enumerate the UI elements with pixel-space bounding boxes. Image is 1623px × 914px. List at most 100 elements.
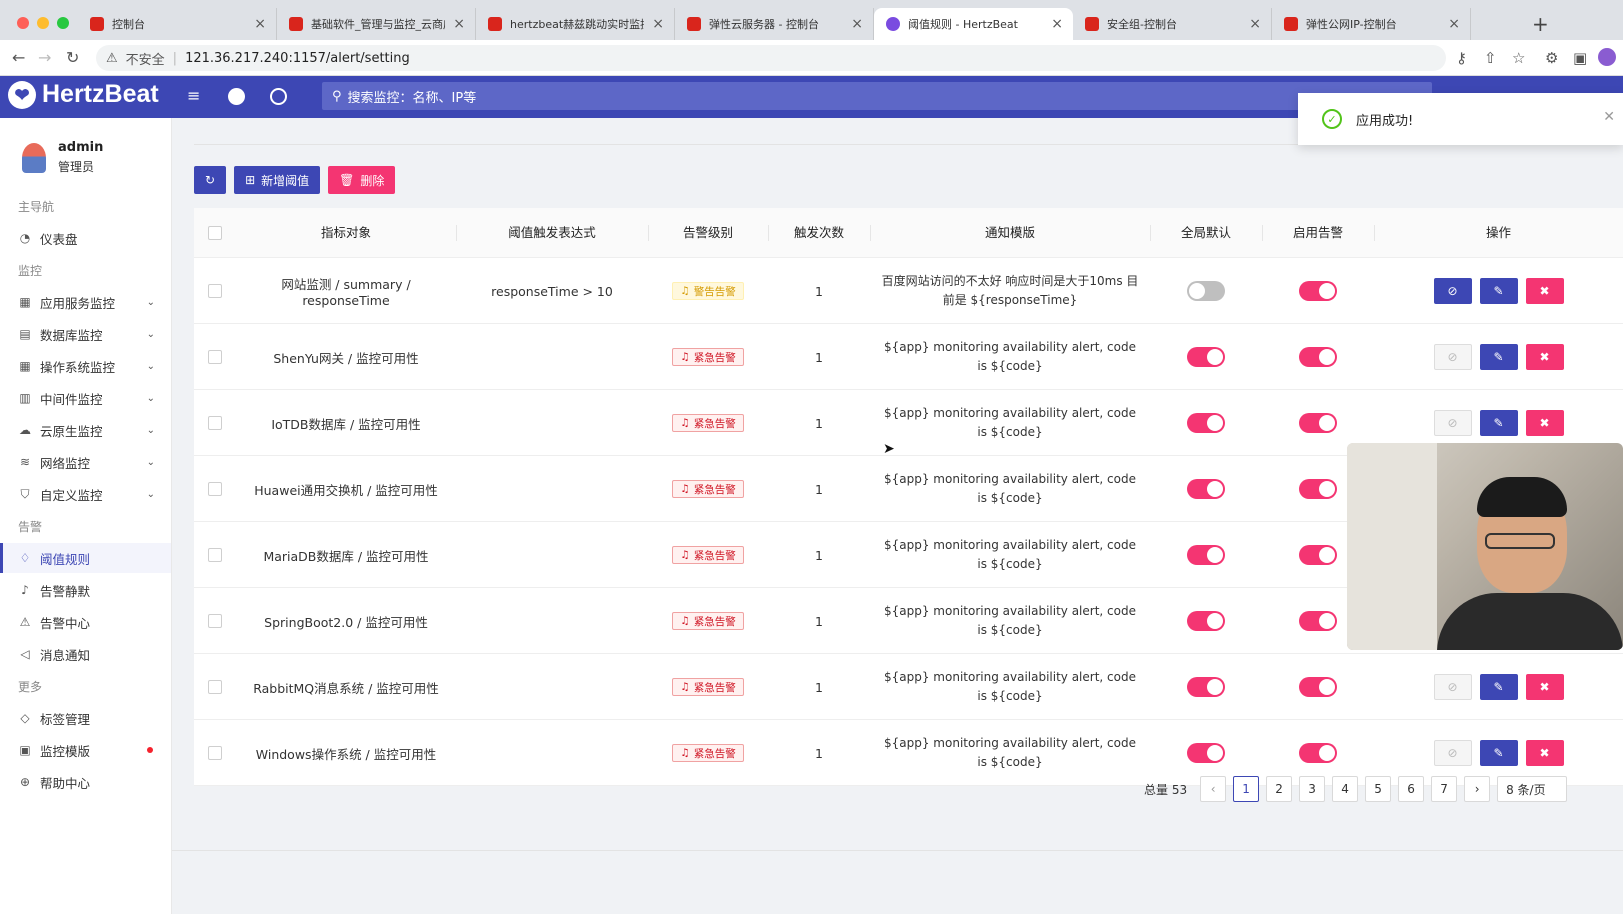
sidebar-item[interactable]: ▦ 应用服务监控 ⌄ [0,287,171,317]
row-checkbox[interactable] [208,746,222,760]
minimize-window-dot[interactable] [37,17,49,29]
row-checkbox[interactable] [208,482,222,496]
page-4-button[interactable]: 4 [1332,776,1359,802]
browser-tab[interactable]: 基础软件_管理与监控_云商店-华 × [277,8,476,40]
sidebar-item[interactable]: ◁ 消息通知 [0,639,171,669]
back-icon[interactable]: ← [12,48,25,67]
enable-alert-toggle[interactable] [1299,743,1337,763]
key-icon[interactable]: ⚷ [1456,49,1467,67]
page-3-button[interactable]: 3 [1299,776,1326,802]
row-checkbox[interactable] [208,350,222,364]
prev-page-button[interactable]: ‹ [1200,776,1227,802]
table-row[interactable]: ShenYu网关 / 监控可用性 ♫ 紧急告警 1 ${app} monitoring … [194,324,1623,390]
share-icon[interactable]: ⇧ [1484,49,1497,67]
edit-button[interactable]: ✎ [1479,344,1518,370]
browser-tab[interactable]: 弹性公网IP-控制台 × [1272,8,1471,40]
sidebar-item[interactable]: ⛉ 自定义监控 ⌄ [0,479,171,509]
sidebar-item[interactable]: ☁ 云原生监控 ⌄ [0,415,171,445]
row-checkbox[interactable] [208,548,222,562]
forward-icon[interactable]: → [38,48,51,67]
enable-alert-toggle[interactable] [1299,347,1337,367]
tab-close-icon[interactable]: × [453,16,465,32]
tab-close-icon[interactable]: × [254,16,266,32]
associate-monitors-button[interactable]: ⊘ [1433,410,1472,436]
close-icon[interactable]: ✕ [1603,109,1615,125]
delete-row-button[interactable]: ✖ [1525,278,1564,304]
global-default-toggle[interactable] [1187,281,1225,301]
delete-row-button[interactable]: ✖ [1525,410,1564,436]
delete-button[interactable]: 🗑 删除 [328,166,396,194]
row-checkbox[interactable] [208,416,222,430]
menu-collapse-icon[interactable]: ≡ [187,86,200,105]
associate-monitors-button[interactable]: ⊘ [1433,740,1472,766]
delete-row-button[interactable]: ✖ [1525,674,1564,700]
reload-icon[interactable]: ↻ [66,48,79,67]
global-default-toggle[interactable] [1187,743,1225,763]
star-icon[interactable]: ☆ [1512,49,1525,67]
edit-button[interactable]: ✎ [1479,410,1518,436]
extensions-icon[interactable]: ⚙ [1545,49,1558,67]
monitor-search-input[interactable]: ⚲ 搜索监控：名称、IP等 [322,82,1432,110]
zoom-window-dot[interactable] [57,17,69,29]
edit-button[interactable]: ✎ [1479,674,1518,700]
user-profile[interactable]: admin 管理员 [22,140,103,175]
tab-close-icon[interactable]: × [652,16,664,32]
page-5-button[interactable]: 5 [1365,776,1392,802]
associate-monitors-button[interactable]: ⊘ [1433,278,1472,304]
tab-close-icon[interactable]: × [851,16,863,32]
tab-close-icon[interactable]: × [1249,16,1261,32]
sidebar-item[interactable]: ▦ 操作系统监控 ⌄ [0,351,171,381]
associate-monitors-button[interactable]: ⊘ [1433,344,1472,370]
tab-close-icon[interactable]: × [1051,16,1063,32]
global-default-toggle[interactable] [1187,677,1225,697]
sidebar-item[interactable]: ▥ 中间件监控 ⌄ [0,383,171,413]
browser-tab[interactable]: 安全组-控制台 × [1073,8,1272,40]
add-threshold-button[interactable]: ⊞ 新增阈值 [234,166,321,194]
browser-tab[interactable]: 弹性云服务器 - 控制台 × [675,8,874,40]
sidebar-item[interactable]: ▣ 监控模版 [0,735,171,765]
delete-row-button[interactable]: ✖ [1525,344,1564,370]
sidebar-item[interactable]: ⊕ 帮助中心 [0,767,171,797]
page-7-button[interactable]: 7 [1431,776,1458,802]
profile-avatar[interactable] [1598,48,1616,66]
page-6-button[interactable]: 6 [1398,776,1425,802]
enable-alert-toggle[interactable] [1299,413,1337,433]
github-icon[interactable] [228,88,245,105]
browser-tab[interactable]: 阈值规则 - HertzBeat × [874,8,1073,40]
page-1-button[interactable]: 1 [1233,776,1260,802]
table-row[interactable]: 网站监测 / summary / responseTime responseTim… [194,258,1623,324]
select-all-checkbox[interactable] [208,226,222,240]
enable-alert-toggle[interactable] [1299,677,1337,697]
table-row[interactable]: RabbitMQ消息系统 / 监控可用性 ♫ 紧急告警 1 ${app} monitor… [194,654,1623,720]
sidebar-item[interactable]: ▤ 数据库监控 ⌄ [0,319,171,349]
sidebar-item[interactable]: ♢ 阈值规则 [0,543,171,573]
enable-alert-toggle[interactable] [1299,479,1337,499]
delete-row-button[interactable]: ✖ [1525,740,1564,766]
associate-monitors-button[interactable]: ⊘ [1433,674,1472,700]
sidebar-item[interactable]: ◇ 标签管理 [0,703,171,733]
page-size-select[interactable]: 8 条/页 [1497,776,1568,802]
next-page-button[interactable]: › [1464,776,1491,802]
sidepanel-icon[interactable]: ▣ [1573,49,1587,67]
row-checkbox[interactable] [208,284,222,298]
enable-alert-toggle[interactable] [1299,545,1337,565]
sidebar-item[interactable]: ⚠ 告警中心 [0,607,171,637]
browser-tab[interactable]: 控制台 × [78,8,277,40]
refresh-button[interactable]: ↻ [194,166,227,194]
page-2-button[interactable]: 2 [1266,776,1293,802]
close-window-dot[interactable] [17,17,29,29]
browser-tab[interactable]: hertzbeat赫兹跳动实时监控_监 × [476,8,675,40]
row-checkbox[interactable] [208,680,222,694]
new-tab-icon[interactable]: + [1532,12,1549,36]
edit-button[interactable]: ✎ [1479,740,1518,766]
hertzbeat-logo[interactable]: ❤ HertzBeat [8,80,159,109]
gitee-icon[interactable] [270,88,287,105]
global-default-toggle[interactable] [1187,347,1225,367]
sidebar-item[interactable]: ♪ 告警静默 [0,575,171,605]
tab-close-icon[interactable]: × [1448,16,1460,32]
row-checkbox[interactable] [208,614,222,628]
address-bar[interactable]: ⚠ 不安全 | 121.36.217.240:1157/alert/settin… [96,45,1446,71]
edit-button[interactable]: ✎ [1479,278,1518,304]
enable-alert-toggle[interactable] [1299,281,1337,301]
global-default-toggle[interactable] [1187,479,1225,499]
